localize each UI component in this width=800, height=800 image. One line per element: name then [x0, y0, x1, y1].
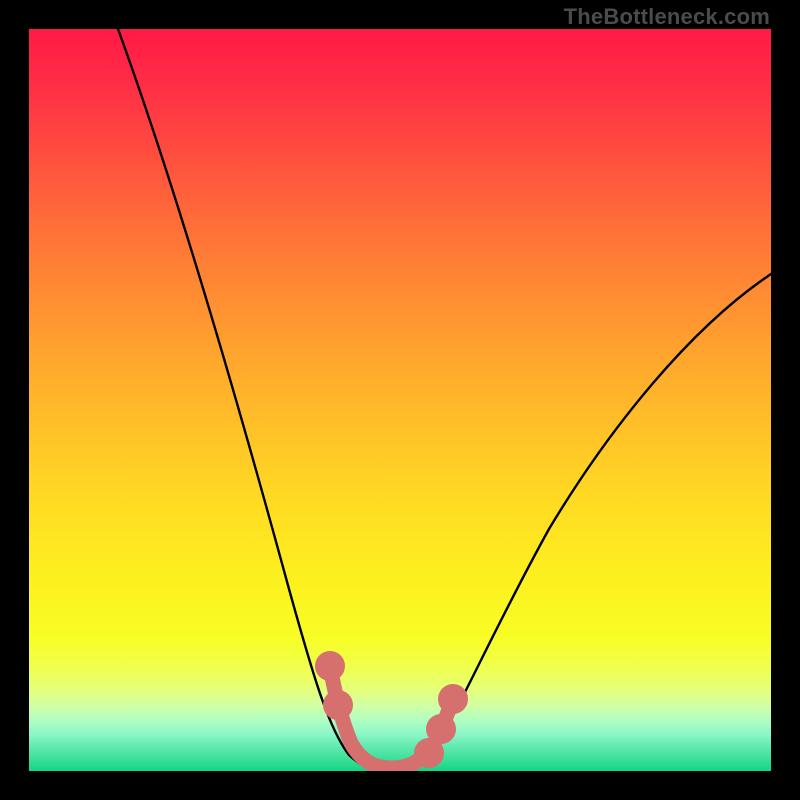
plot-area: [29, 29, 771, 771]
watermark-text: TheBottleneck.com: [564, 4, 770, 30]
highlight-curve: [323, 659, 461, 769]
chart-frame: TheBottleneck.com: [0, 0, 800, 800]
curve-layer: [29, 29, 771, 771]
bottleneck-curve: [118, 29, 771, 770]
